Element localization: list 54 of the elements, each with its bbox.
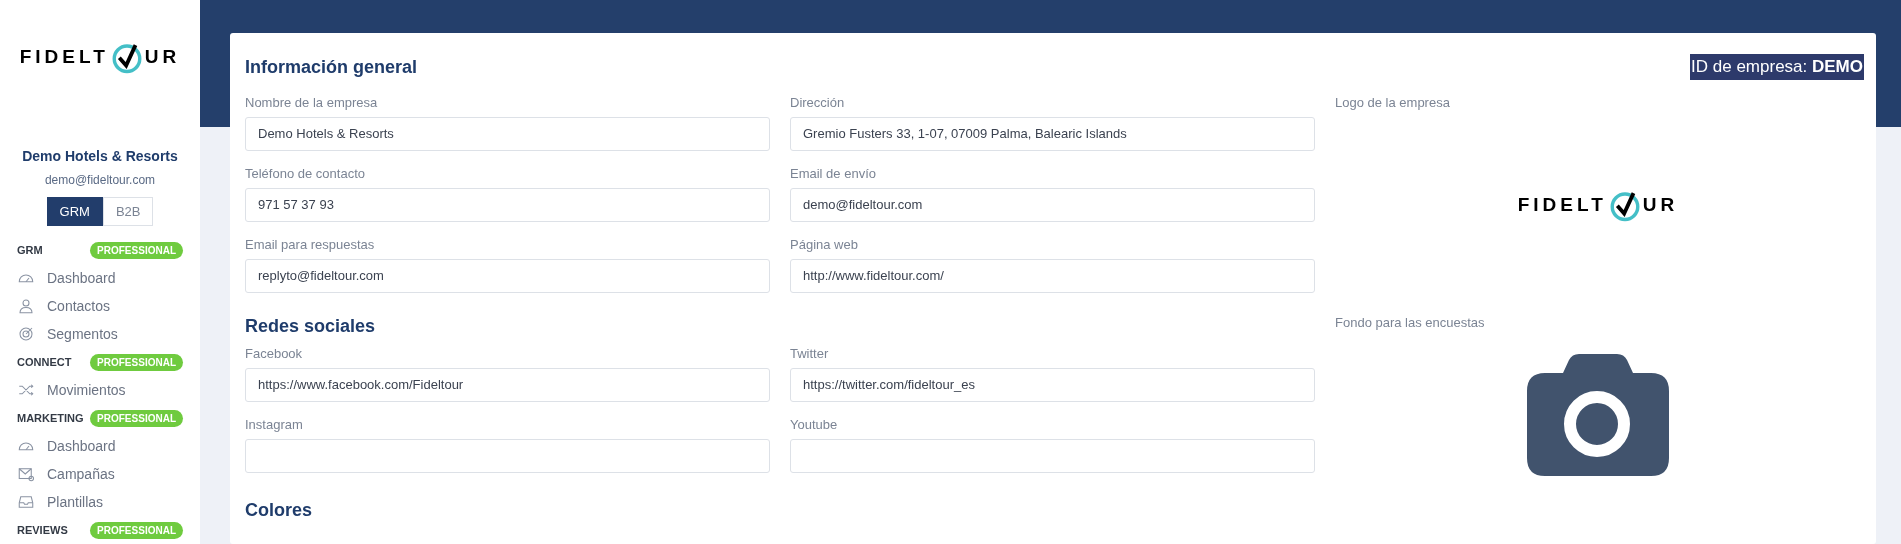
camera-icon[interactable] [1527,354,1669,476]
account-email: demo@fideltour.com [44,172,156,189]
text-field[interactable]: https://twitter.com/fideltour_es [790,368,1315,402]
nav-item[interactable]: Segmentos [17,320,183,348]
nav-item[interactable]: Contactos [17,292,183,320]
section-title: REVIEWS [17,522,68,538]
field-label: Página web [790,236,859,254]
field-label: Twitter [790,345,830,363]
plan-badge: PROFESSIONAL [90,241,183,259]
field-label: Teléfono de contacto [245,165,366,183]
nav-item[interactable]: Dashboard [17,432,183,460]
field-label: Nombre de la empresa [245,94,379,112]
section-title: GRM [17,242,43,258]
company-name: Demo Hotels & Resorts [22,147,178,166]
logo-text: UR [144,44,181,69]
section-heading: Información general [245,56,418,79]
text-field[interactable]: Gremio Fusters 33, 1-07, 07009 Palma, Balearic Islands [790,117,1315,151]
logo-text: FIDELT [19,44,109,69]
text-field[interactable] [245,439,770,473]
mode-toggle-button[interactable]: GRM [46,197,103,226]
section-heading: Colores [245,499,314,522]
plan-badge: PROFESSIONAL [90,521,183,539]
text-field[interactable]: 971 57 37 93 [245,188,770,222]
plan-badge: PROFESSIONAL [90,409,183,427]
nav-item[interactable]: Dashboard [17,264,183,292]
logo-text: UR [1642,192,1679,217]
field-label: Logo de la empresa [1335,94,1451,112]
field-label: Youtube [790,416,839,434]
text-field[interactable]: demo@fideltour.com [790,188,1315,222]
text-field[interactable]: https://www.facebook.com/Fideltour [245,368,770,402]
logo-text: FIDELT [1517,192,1607,217]
text-field[interactable] [790,439,1315,473]
section-title: MARKETING [17,410,84,426]
company-id: ID de empresa: DEMO [1690,54,1864,80]
mail-icon [17,465,35,483]
nav-item[interactable]: Plantillas [17,488,183,516]
nav-item[interactable]: Campañas [17,460,183,488]
field-label: Facebook [245,345,304,363]
field-label: Dirección [790,94,846,112]
field-label: Email de envío [790,165,877,183]
user-icon [17,297,35,315]
field-label: Email para respuestas [245,236,376,254]
text-field[interactable]: http://www.fideltour.com/ [790,259,1315,293]
text-field[interactable]: replyto@fideltour.com [245,259,770,293]
nav-item[interactable]: Movimientos [17,376,183,404]
target-icon [17,325,35,343]
field-label: Instagram [245,416,304,434]
section-title: CONNECT [17,354,72,370]
mode-toggle-button[interactable]: B2B [102,197,154,226]
section-heading: Redes sociales [245,315,377,338]
plan-badge: PROFESSIONAL [90,353,183,371]
tray-icon [17,493,35,511]
text-field[interactable]: Demo Hotels & Resorts [245,117,770,151]
field-label: Fondo para las encuestas [1335,313,1486,332]
